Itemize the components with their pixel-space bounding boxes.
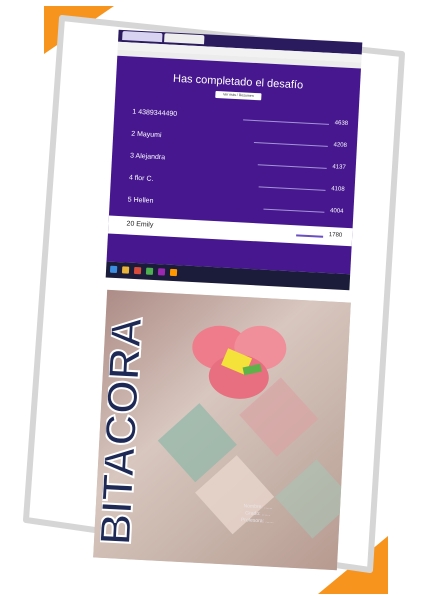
player-score: 4208 [333, 142, 348, 149]
score-bar [296, 234, 324, 238]
results-title: Has completado el desafío [172, 72, 304, 92]
quiz-results-screenshot: Has completado el desafío Ver más / Resu… [105, 29, 363, 291]
player-name: 3 Alejandra [129, 152, 166, 162]
player-score: 4004 [329, 208, 344, 215]
player-name: 5 Hellen [127, 196, 154, 205]
player-name: 1 4389344490 [132, 108, 178, 118]
quiz-app-panel: Has completado el desafío Ver más / Resu… [106, 55, 361, 275]
app-icon [169, 268, 178, 277]
player-score: 4108 [331, 186, 345, 193]
player-name: 2 Mayumi [131, 130, 162, 140]
browser-icon [133, 266, 142, 275]
folder-icon [121, 266, 130, 274]
score-bar [243, 119, 330, 125]
score-bar [258, 186, 326, 191]
score-bar [263, 208, 325, 213]
browser-tab [164, 33, 205, 45]
score-bar [257, 164, 327, 169]
player-score: 1780 [328, 232, 343, 239]
results-button: Ver más / Resumen [215, 90, 262, 101]
player-score: 4137 [332, 164, 346, 171]
bitacora-title-art: BITACORA [100, 314, 153, 547]
app-icon [157, 268, 166, 276]
score-bar [253, 142, 328, 147]
player-score: 4638 [334, 120, 349, 127]
browser-tab [122, 30, 163, 43]
flower-decoration [192, 325, 287, 399]
player-name: 4 flor C. [128, 174, 154, 183]
app-icon [145, 267, 154, 275]
player-name: 20 Emily [126, 220, 154, 229]
notebook-cover-photo: BITACORA Nombre: ...... Grado: ...... Pr… [93, 289, 351, 571]
start-icon [109, 265, 118, 274]
